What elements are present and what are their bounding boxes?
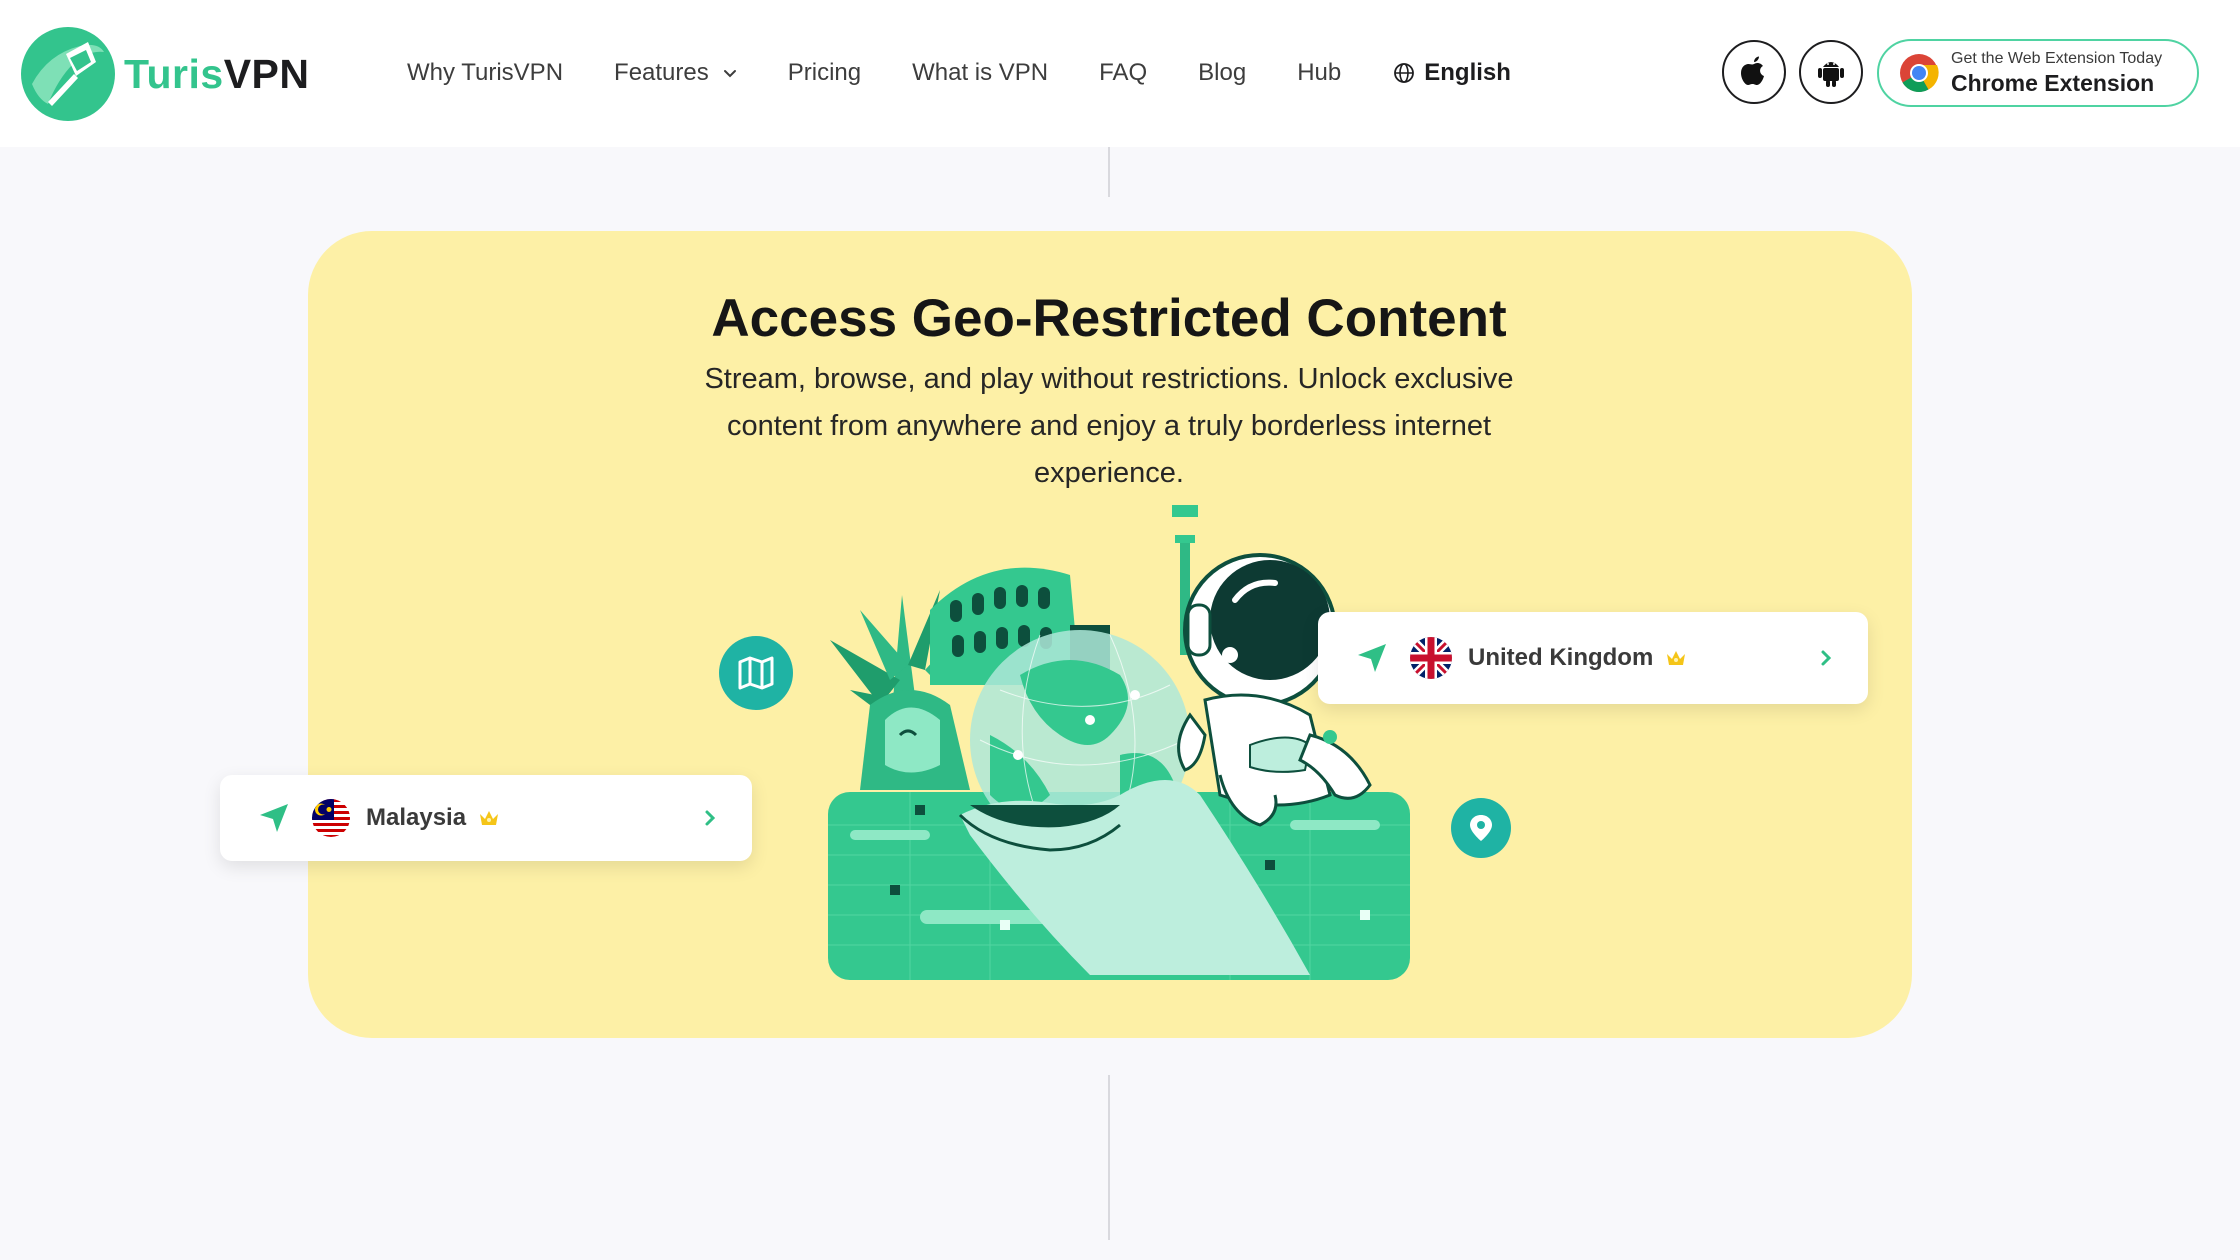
- chrome-icon: [1900, 54, 1939, 93]
- map-icon: [738, 656, 774, 690]
- crown-icon: [1667, 651, 1686, 665]
- divider-line-top: [1108, 147, 1110, 197]
- location-card-malaysia[interactable]: Malaysia: [220, 775, 752, 861]
- divider-line-bottom: [1108, 1075, 1110, 1240]
- language-label: English: [1424, 59, 1511, 86]
- brand-name-part2: VPN: [223, 50, 310, 97]
- location-badge: [1451, 798, 1511, 858]
- nav-features[interactable]: Features: [614, 59, 737, 87]
- location-name: Malaysia: [366, 804, 467, 831]
- uk-flag-icon: [1410, 637, 1452, 679]
- extension-texts: Get the Web Extension Today Chrome Exten…: [1951, 50, 2162, 96]
- extension-tagline: Get the Web Extension Today: [1951, 50, 2163, 68]
- globe-icon: [1394, 63, 1415, 83]
- nav-why-turisvpn[interactable]: Why TurisVPN: [407, 59, 563, 87]
- nav-hub[interactable]: Hub: [1297, 59, 1341, 87]
- navigation-arrow-icon: [260, 804, 288, 832]
- main-nav: Why TurisVPN Features Pricing What is VP…: [407, 50, 1511, 96]
- brand-name-part1: Turis: [124, 50, 224, 97]
- chevron-down-icon: [723, 70, 736, 78]
- chevron-right-icon: [1821, 650, 1832, 666]
- geo-illustration: [828, 505, 1410, 980]
- nav-what-is-vpn[interactable]: What is VPN: [912, 59, 1048, 87]
- chevron-right-icon: [705, 810, 716, 826]
- map-badge: [719, 636, 793, 710]
- nav-blog[interactable]: Blog: [1198, 59, 1246, 87]
- section-title: Access Geo-Restricted Content: [711, 289, 1507, 348]
- nav-pricing[interactable]: Pricing: [788, 59, 861, 87]
- site-header: TurisVPN Why TurisVPN Features Pricing W…: [0, 0, 2240, 147]
- brand-logo[interactable]: TurisVPN: [18, 22, 348, 126]
- crown-icon: [480, 811, 499, 825]
- malaysia-flag-icon: [312, 799, 350, 837]
- navigation-arrow-icon: [1358, 644, 1386, 672]
- nav-features-label: Features: [614, 59, 709, 86]
- ios-app-button[interactable]: [1722, 40, 1786, 104]
- logo-icon: [21, 27, 115, 121]
- android-icon: [1818, 62, 1844, 87]
- location-name: United Kingdom: [1468, 644, 1654, 671]
- section-subtitle: Stream, browse, and play without restric…: [704, 363, 1514, 489]
- extension-label: Chrome Extension: [1951, 69, 2155, 96]
- brand-name: TurisVPN: [124, 51, 310, 98]
- android-app-button[interactable]: [1799, 40, 1863, 104]
- apple-icon: [1741, 56, 1764, 85]
- map-pin-icon: [1470, 815, 1492, 841]
- location-card-united-kingdom[interactable]: United Kingdom: [1318, 612, 1868, 704]
- language-selector[interactable]: English: [1392, 59, 1511, 87]
- nav-faq[interactable]: FAQ: [1099, 59, 1147, 87]
- chrome-extension-button[interactable]: Get the Web Extension Today Chrome Exten…: [1877, 39, 2199, 107]
